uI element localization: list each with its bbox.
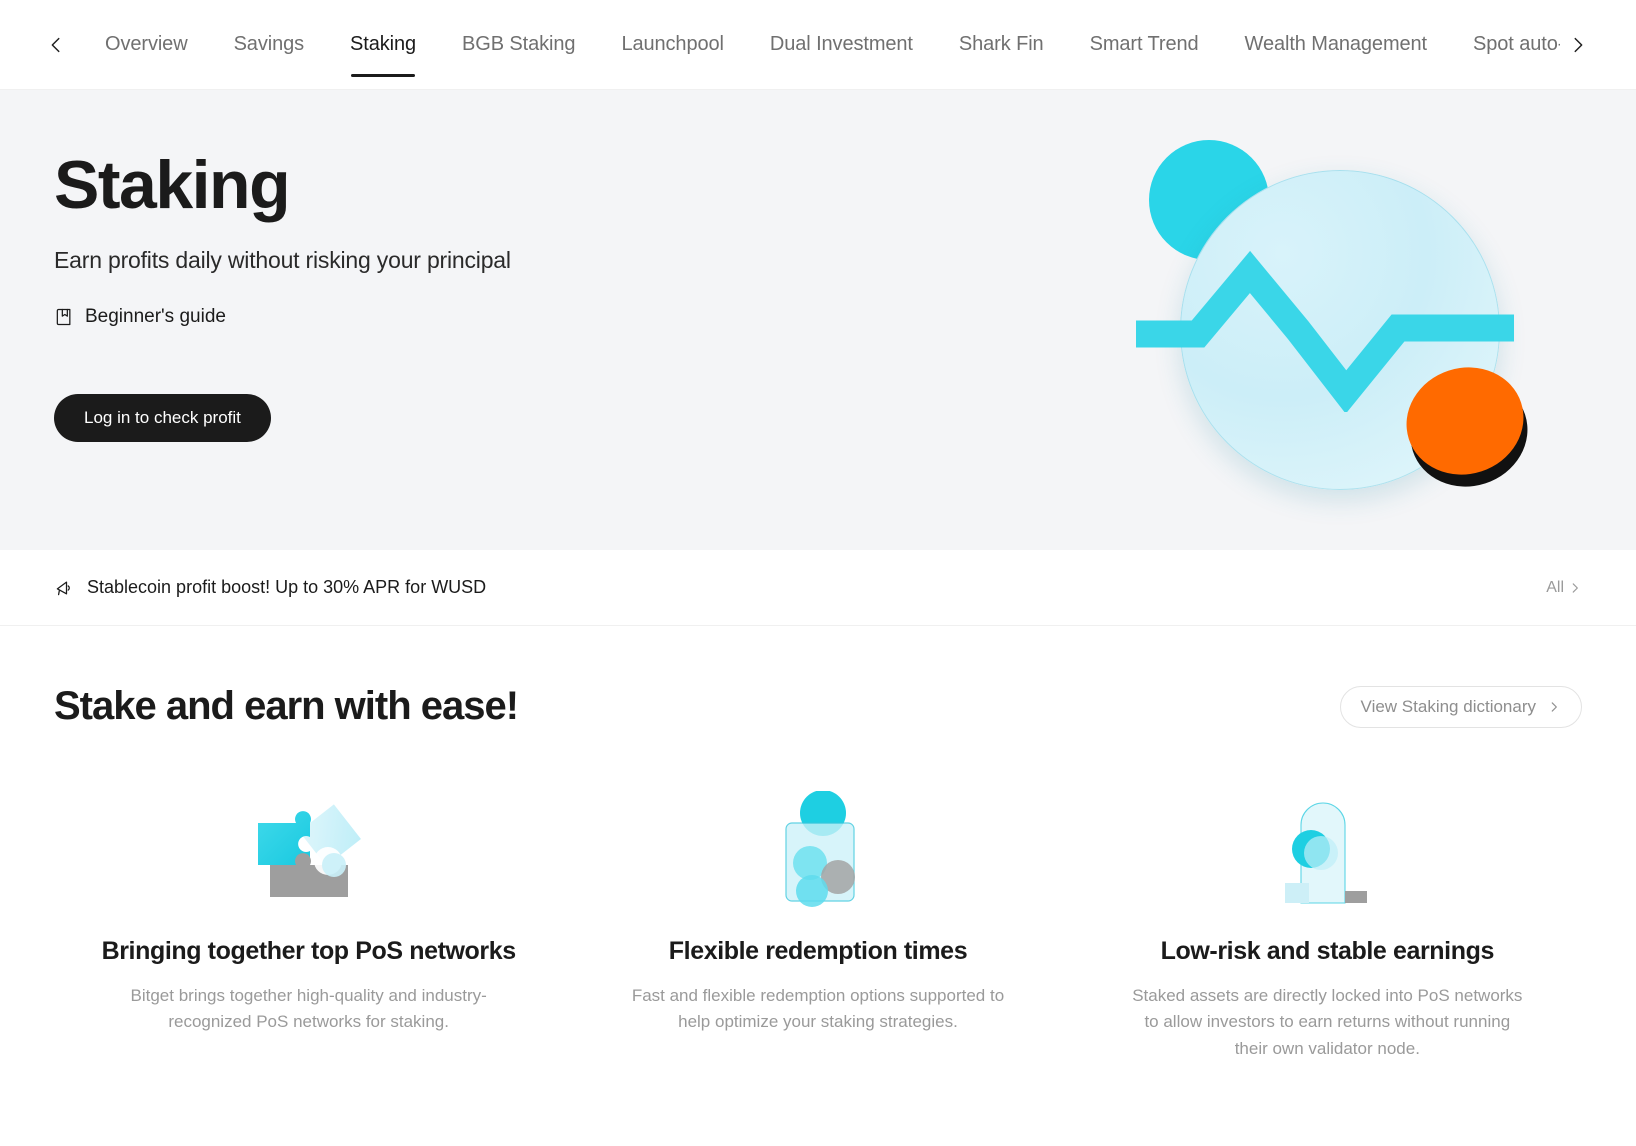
tab-label: BGB Staking: [462, 33, 576, 55]
hero-banner: Staking Earn profits daily without riski…: [0, 90, 1636, 550]
beginners-guide-label: Beginner's guide: [85, 306, 226, 328]
announcement-all-link[interactable]: All: [1546, 579, 1582, 597]
chevron-right-icon: [1551, 701, 1557, 712]
tab-label: Wealth Management: [1244, 33, 1428, 55]
coin-jar-icon: [785, 791, 855, 907]
tab-label: Spot auto-invest: [1473, 33, 1560, 55]
tab-label: Overview: [105, 33, 188, 55]
feature-description: Bitget brings together high-quality and …: [130, 986, 487, 1032]
tab-label: Smart Trend: [1089, 33, 1199, 55]
stability-pillar-icon: [1285, 802, 1368, 904]
tab-spot-auto-invest[interactable]: Spot auto-invest: [1450, 0, 1560, 89]
announcement-item[interactable]: Stablecoin profit boost! Up to 30% APR f…: [54, 577, 486, 598]
puzzle-piece-icon: [257, 804, 361, 897]
feature-card-low-risk: Low-risk and stable earnings Staked asse…: [1073, 787, 1582, 1062]
announcement-all-label: All: [1546, 578, 1564, 596]
nav-scroll-right-button[interactable]: [1564, 31, 1592, 59]
page-title: Staking: [54, 147, 291, 223]
tab-staking[interactable]: Staking: [327, 0, 439, 89]
tab-shark-fin[interactable]: Shark Fin: [936, 0, 1067, 89]
stake-and-earn-section: Stake and earn with ease! View Staking d…: [0, 626, 1636, 1062]
tab-bgb-staking[interactable]: BGB Staking: [439, 0, 598, 89]
tab-wealth-management[interactable]: Wealth Management: [1222, 0, 1450, 89]
tab-label: Shark Fin: [958, 33, 1044, 55]
feature-icon-wrap: [1103, 787, 1552, 907]
top-navigation-bar: Overview Savings Staking BGB Staking Lau…: [0, 0, 1636, 90]
tab-dual-investment[interactable]: Dual Investment: [747, 0, 936, 89]
nav-scroll-left-button[interactable]: [44, 33, 68, 57]
chevron-right-icon: [1574, 37, 1583, 52]
tab-launchpool[interactable]: Launchpool: [598, 0, 746, 89]
tab-label: Savings: [233, 33, 305, 55]
tab-savings[interactable]: Savings: [211, 0, 327, 89]
tab-label: Staking: [350, 33, 417, 55]
megaphone-icon: [56, 581, 70, 595]
chevron-left-icon: [51, 37, 60, 52]
book-icon: [56, 309, 71, 326]
feature-title: Low-risk and stable earnings: [1160, 937, 1495, 965]
feature-description: Fast and flexible redemption options sup…: [631, 986, 1005, 1032]
feature-title: Flexible redemption times: [668, 937, 968, 965]
feature-title: Bringing together top PoS networks: [101, 937, 517, 965]
feature-card-pos-networks: Bringing together top PoS networks Bitge…: [54, 787, 563, 1062]
hero-content: Staking Earn profits daily without riski…: [0, 90, 1636, 443]
feature-description: Staked assets are directly locked into P…: [1132, 986, 1523, 1058]
feature-icon-wrap: [84, 787, 533, 907]
announcement-bar: Stablecoin profit boost! Up to 30% APR f…: [0, 550, 1636, 626]
beginners-guide-link[interactable]: Beginner's guide: [54, 306, 226, 328]
feature-list: Bringing together top PoS networks Bitge…: [54, 787, 1582, 1062]
chevron-right-icon: [1572, 582, 1578, 593]
feature-icon-wrap: [593, 787, 1042, 907]
announcement-text: Stablecoin profit boost! Up to 30% APR f…: [87, 577, 487, 597]
login-check-profit-button[interactable]: Log in to check profit: [54, 394, 271, 443]
view-staking-dictionary-label: View Staking dictionary: [1360, 696, 1536, 716]
tab-overview[interactable]: Overview: [82, 0, 211, 89]
hero-subtitle: Earn profits daily without risking your …: [54, 247, 511, 274]
section-header: Stake and earn with ease! View Staking d…: [54, 684, 1582, 729]
view-staking-dictionary-button[interactable]: View Staking dictionary: [1339, 685, 1582, 728]
tab-label: Launchpool: [621, 33, 724, 55]
feature-card-flexible-redemption: Flexible redemption times Fast and flexi…: [563, 787, 1072, 1062]
nav-tab-list: Overview Savings Staking BGB Staking Lau…: [82, 0, 1560, 89]
tab-label: Dual Investment: [769, 33, 913, 55]
tab-smart-trend[interactable]: Smart Trend: [1067, 0, 1222, 89]
section-title: Stake and earn with ease!: [54, 684, 519, 728]
